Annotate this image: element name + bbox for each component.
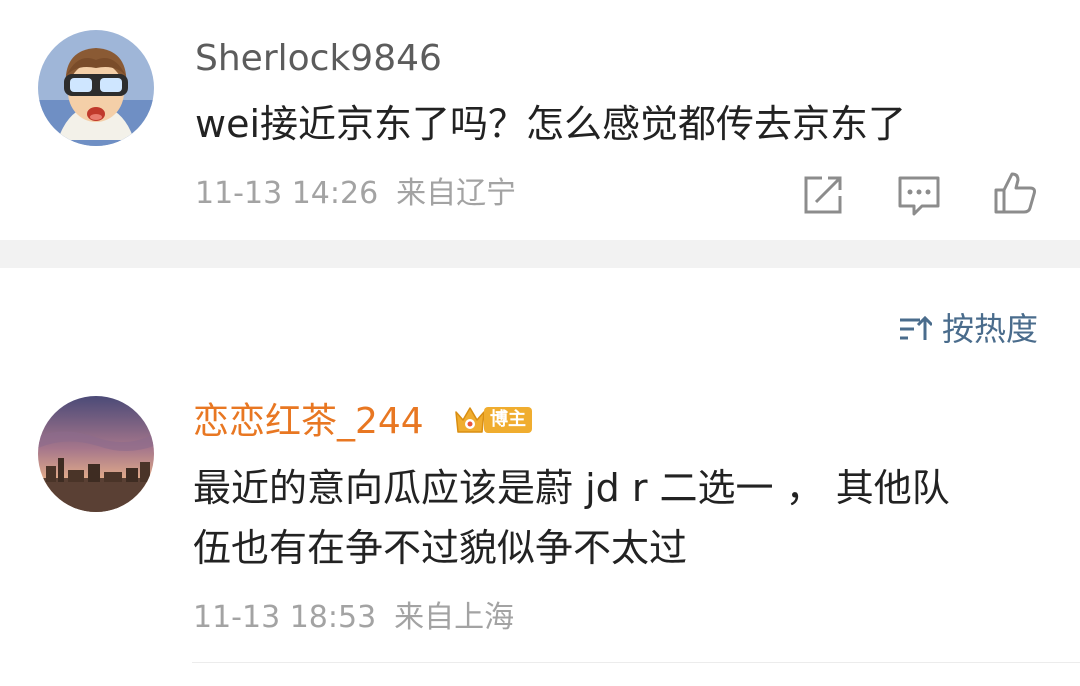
comment-icon: [898, 176, 940, 216]
comment-meta: 11-13 14:26 来自辽宁: [195, 176, 534, 212]
blogger-badge: 博主: [452, 402, 532, 438]
username[interactable]: Sherlock9846: [195, 38, 442, 80]
badge-label: 博主: [484, 407, 532, 433]
avatar-cartoon-image: [38, 30, 154, 146]
sort-label: 按热度: [941, 310, 1038, 348]
comment-text-line-2: 伍也有在争不过貌似争不太过: [193, 526, 688, 570]
location: 来自辽宁: [396, 176, 517, 211]
like-button[interactable]: [992, 170, 1038, 216]
location: 来自上海: [394, 600, 515, 635]
timestamp: 11-13 14:26: [195, 176, 379, 211]
share-button[interactable]: [800, 172, 846, 218]
username[interactable]: 恋恋红茶_244: [193, 401, 424, 443]
crown-icon: [455, 407, 485, 433]
share-icon: [804, 176, 842, 214]
original-comment-card: Sherlock9846 wei接近京东了吗？怎么感觉都传去京东了 11-13 …: [0, 0, 1080, 240]
timestamp: 11-13 18:53: [193, 600, 377, 635]
comment-text: wei接近京东了吗？怎么感觉都传去京东了: [195, 102, 907, 146]
like-icon: [994, 172, 1036, 214]
avatar[interactable]: [38, 30, 154, 146]
reply-button[interactable]: [896, 172, 942, 218]
section-divider: [0, 240, 1080, 268]
sort-icon: [899, 315, 932, 340]
avatar[interactable]: [38, 396, 154, 512]
sort-by-hot-button[interactable]: 按热度: [898, 309, 1038, 349]
divider: [192, 662, 1080, 663]
comment-text-line-1: 最近的意向瓜应该是蔚 jd r 二选一 ， 其他队: [193, 466, 950, 510]
avatar-sunset-city-image: [38, 396, 154, 512]
comment-meta: 11-13 18:53 来自上海: [193, 600, 532, 636]
comment-text: 最近的意向瓜应该是蔚 jd r 二选一 ， 其他队 伍也有在争不过貌似争不太过: [193, 458, 950, 578]
